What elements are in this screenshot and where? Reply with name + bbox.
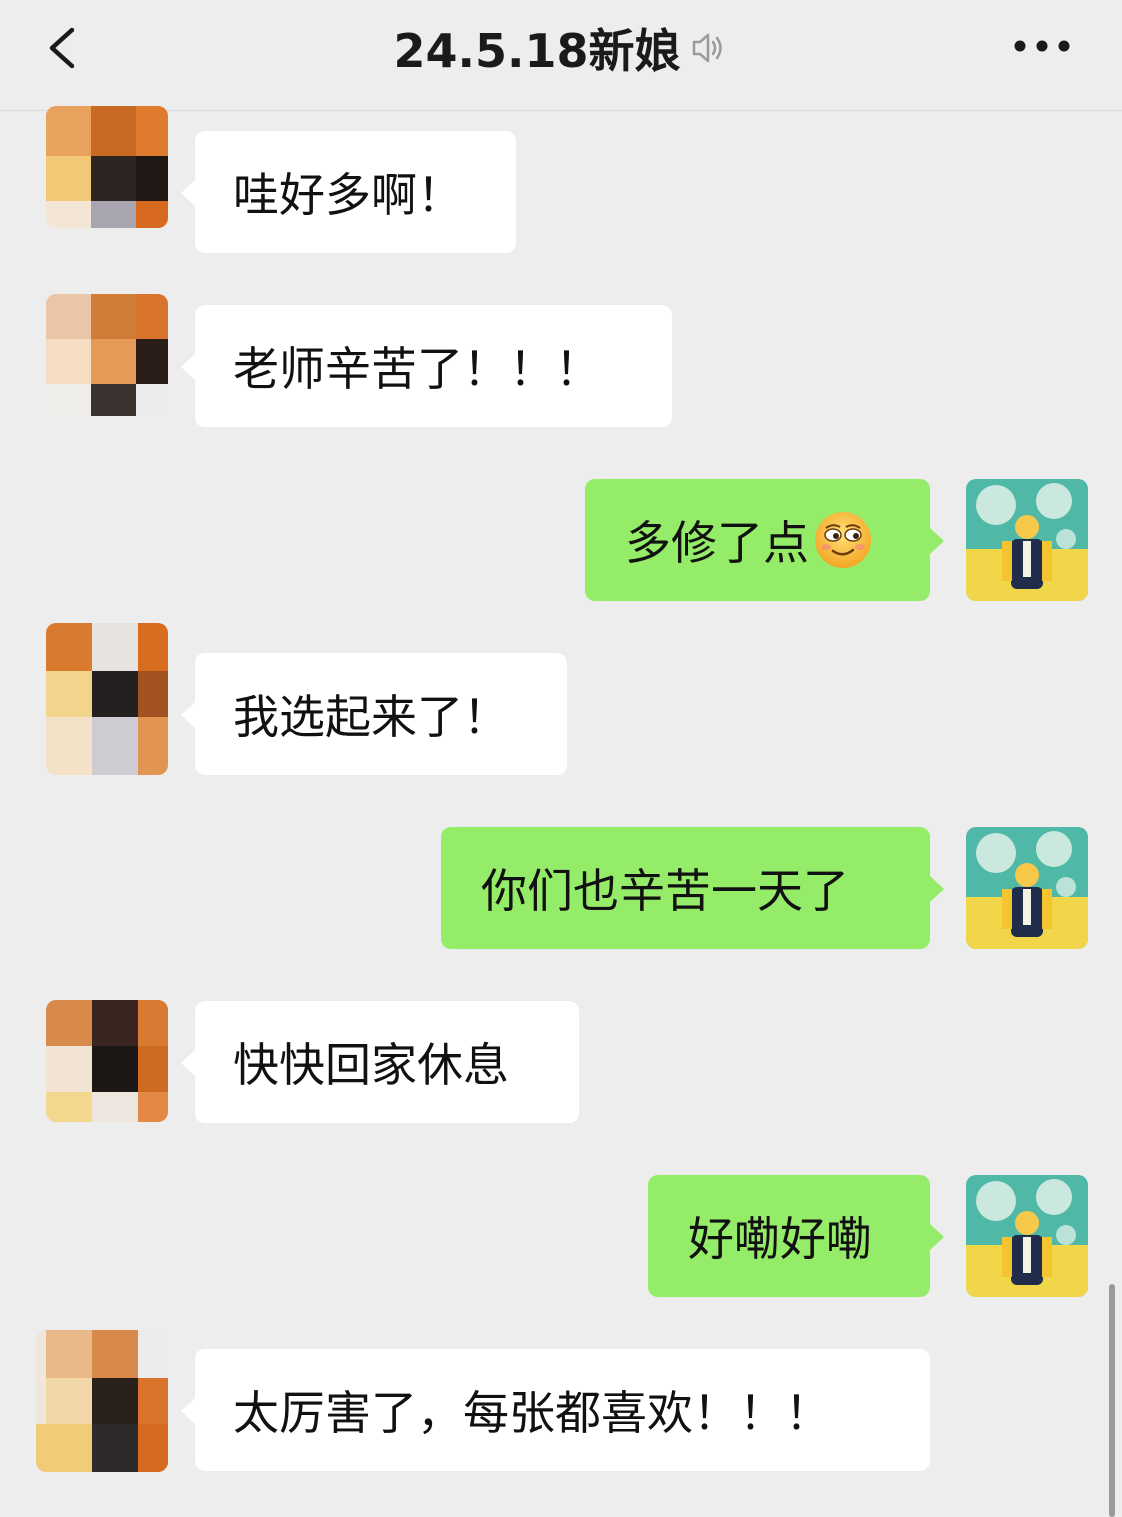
message-bubble-incoming[interactable]: 我选起来了！ [181, 653, 567, 775]
message-bubble-outgoing[interactable]: 多修了点 [585, 479, 944, 601]
more-options-icon[interactable] [1010, 30, 1074, 62]
message-text: 哇好多啊！ [233, 168, 463, 222]
chat-header: 24.5.18新娘 [0, 0, 1122, 111]
message-text: 好嘞好嘞 [688, 1212, 872, 1266]
message-text: 我选起来了！ [233, 690, 509, 744]
contact-avatar[interactable] [46, 623, 168, 775]
message-bubble-outgoing[interactable]: 好嘞好嘞 [648, 1175, 944, 1297]
message-text: 老师辛苦了！！！ [233, 342, 601, 396]
message-bubble-incoming[interactable]: 哇好多啊！ [181, 131, 516, 253]
muted-speaker-icon [693, 33, 723, 63]
chat-title-area: 24.5.18新娘 [0, 18, 1122, 78]
message-text: 你们也辛苦一天了 [481, 864, 849, 918]
message-text: 太厉害了，每张都喜欢！！！ [233, 1386, 831, 1440]
message-bubble-incoming[interactable]: 快快回家休息 [181, 1001, 579, 1123]
contact-avatar[interactable] [46, 1000, 168, 1122]
message-bubble-incoming[interactable]: 老师辛苦了！！！ [181, 305, 672, 427]
my-avatar[interactable] [966, 1175, 1088, 1297]
my-avatar[interactable] [966, 827, 1088, 949]
chat-title: 24.5.18新娘 [393, 24, 681, 78]
contact-avatar[interactable] [36, 1330, 168, 1472]
smirk-emoji-icon [815, 512, 871, 568]
message-bubble-outgoing[interactable]: 你们也辛苦一天了 [441, 827, 944, 949]
scrollbar[interactable] [1109, 1284, 1115, 1517]
contact-avatar[interactable] [46, 106, 168, 228]
message-bubble-incoming[interactable]: 太厉害了，每张都喜欢！！！ [181, 1349, 930, 1471]
message-text: 多修了点 [625, 516, 809, 570]
contact-avatar[interactable] [46, 294, 168, 416]
my-avatar[interactable] [966, 479, 1088, 601]
message-text: 快快回家休息 [233, 1038, 509, 1092]
